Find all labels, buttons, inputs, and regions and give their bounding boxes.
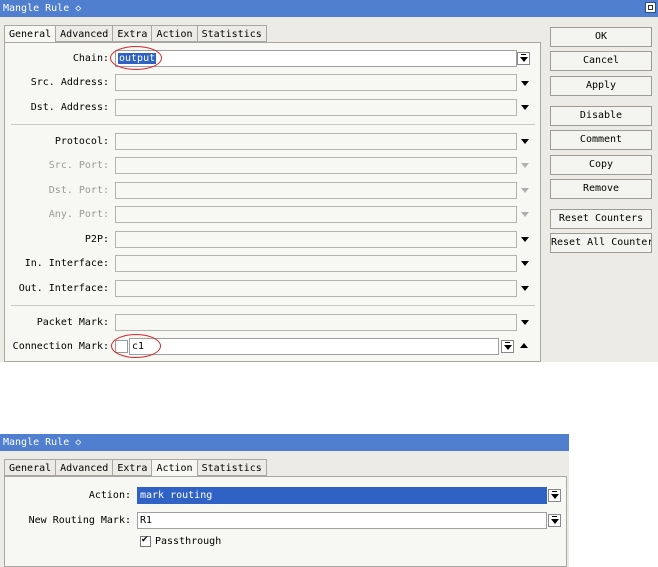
- new-routing-mark-value: R1: [140, 515, 153, 526]
- ok-button[interactable]: OK: [550, 27, 652, 47]
- new-routing-mark-field[interactable]: R1: [137, 512, 547, 529]
- tab-advanced[interactable]: Advanced: [56, 25, 114, 42]
- src-port-dropdown-icon: [521, 163, 529, 168]
- in-interface-label: In. Interface:: [24, 258, 109, 269]
- protocol-field[interactable]: [115, 133, 517, 150]
- chain-field[interactable]: output: [115, 50, 517, 67]
- any-port-field: [115, 206, 517, 223]
- connection-mark-highlight-circle: [111, 334, 161, 358]
- p2p-field[interactable]: [115, 231, 517, 248]
- new-routing-mark-dropdown-button[interactable]: [548, 514, 561, 527]
- dst-port-field: [115, 182, 517, 199]
- passthrough-label: Passthrough: [155, 536, 222, 547]
- dst-port-dropdown-icon: [521, 188, 529, 193]
- connection-mark-remove-icon[interactable]: [520, 343, 528, 348]
- src-address-label: Src. Address:: [30, 77, 109, 88]
- any-port-dropdown-icon: [521, 212, 529, 217]
- disable-button[interactable]: Disable: [550, 106, 652, 126]
- tab-general[interactable]: General: [4, 459, 57, 476]
- window-titlebar[interactable]: Mangle Rule ◇: [0, 434, 569, 451]
- cancel-button[interactable]: Cancel: [550, 51, 652, 71]
- packet-mark-label: Packet Mark:: [36, 317, 109, 328]
- window-titlebar[interactable]: Mangle Rule ◇: [0, 0, 658, 17]
- protocol-dropdown-icon[interactable]: [521, 139, 529, 144]
- section-divider: [11, 124, 535, 125]
- window-title: Mangle Rule ◇: [3, 437, 82, 448]
- tab-action[interactable]: Action: [152, 25, 198, 42]
- tab-bar: General Advanced Extra Action Statistics: [4, 459, 267, 477]
- mangle-rule-window-action: Mangle Rule ◇ General Advanced Extra Act…: [0, 434, 569, 567]
- tab-bar: General Advanced Extra Action Statistics: [4, 25, 267, 43]
- reset-counters-button[interactable]: Reset Counters: [550, 209, 652, 229]
- action-dropdown-button[interactable]: [548, 489, 561, 502]
- copy-button[interactable]: Copy: [550, 155, 652, 175]
- dst-port-label: Dst. Port:: [48, 185, 109, 196]
- tab-extra[interactable]: Extra: [113, 459, 153, 476]
- new-routing-mark-label: New Routing Mark:: [28, 515, 131, 526]
- src-port-label: Src. Port:: [48, 160, 109, 171]
- action-field[interactable]: mark routing: [137, 487, 547, 504]
- dst-address-label: Dst. Address:: [30, 102, 109, 113]
- any-port-label: Any. Port:: [48, 209, 109, 220]
- out-interface-field[interactable]: [115, 280, 517, 297]
- dst-address-dropdown-icon[interactable]: [521, 105, 529, 110]
- chain-dropdown-button[interactable]: [517, 52, 530, 65]
- tab-extra[interactable]: Extra: [113, 25, 153, 42]
- window-title: Mangle Rule ◇: [3, 3, 82, 14]
- chain-highlight-circle: [110, 46, 162, 70]
- connection-mark-dropdown-button[interactable]: [501, 340, 514, 353]
- tab-statistics[interactable]: Statistics: [197, 459, 267, 476]
- packet-mark-field[interactable]: [115, 314, 517, 331]
- action-panel: Action: mark routing New Routing Mark: R…: [4, 476, 567, 567]
- p2p-label: P2P:: [84, 234, 109, 245]
- packet-mark-dropdown-icon[interactable]: [521, 320, 529, 325]
- in-interface-dropdown-icon[interactable]: [521, 261, 529, 266]
- maximize-icon[interactable]: [645, 2, 656, 13]
- comment-button[interactable]: Comment: [550, 130, 652, 150]
- protocol-label: Protocol:: [54, 136, 109, 147]
- remove-button[interactable]: Remove: [550, 179, 652, 199]
- tab-advanced[interactable]: Advanced: [56, 459, 114, 476]
- reset-all-counters-button[interactable]: Reset All Counters: [550, 233, 652, 253]
- out-interface-dropdown-icon[interactable]: [521, 286, 529, 291]
- src-port-field: [115, 157, 517, 174]
- in-interface-field[interactable]: [115, 255, 517, 272]
- p2p-dropdown-icon[interactable]: [521, 237, 529, 242]
- mangle-rule-window-general: Mangle Rule ◇ General Advanced Extra Act…: [0, 0, 658, 362]
- tab-statistics[interactable]: Statistics: [197, 25, 267, 42]
- tab-general[interactable]: General: [4, 25, 57, 43]
- connection-mark-field[interactable]: c1: [129, 338, 499, 355]
- src-address-dropdown-icon[interactable]: [521, 81, 529, 86]
- src-address-field[interactable]: [115, 74, 517, 91]
- passthrough-checkbox[interactable]: [140, 535, 151, 547]
- connection-mark-label: Connection Mark:: [12, 341, 109, 352]
- apply-button[interactable]: Apply: [550, 76, 652, 96]
- action-value: mark routing: [140, 490, 213, 501]
- out-interface-label: Out. Interface:: [18, 283, 109, 294]
- chain-label: Chain:: [72, 53, 109, 64]
- general-panel: Chain: output Src. Address: Dst. Address…: [4, 42, 541, 362]
- tab-action[interactable]: Action: [152, 459, 198, 477]
- dst-address-field[interactable]: [115, 99, 517, 116]
- section-divider: [11, 305, 535, 306]
- action-label: Action:: [88, 490, 131, 501]
